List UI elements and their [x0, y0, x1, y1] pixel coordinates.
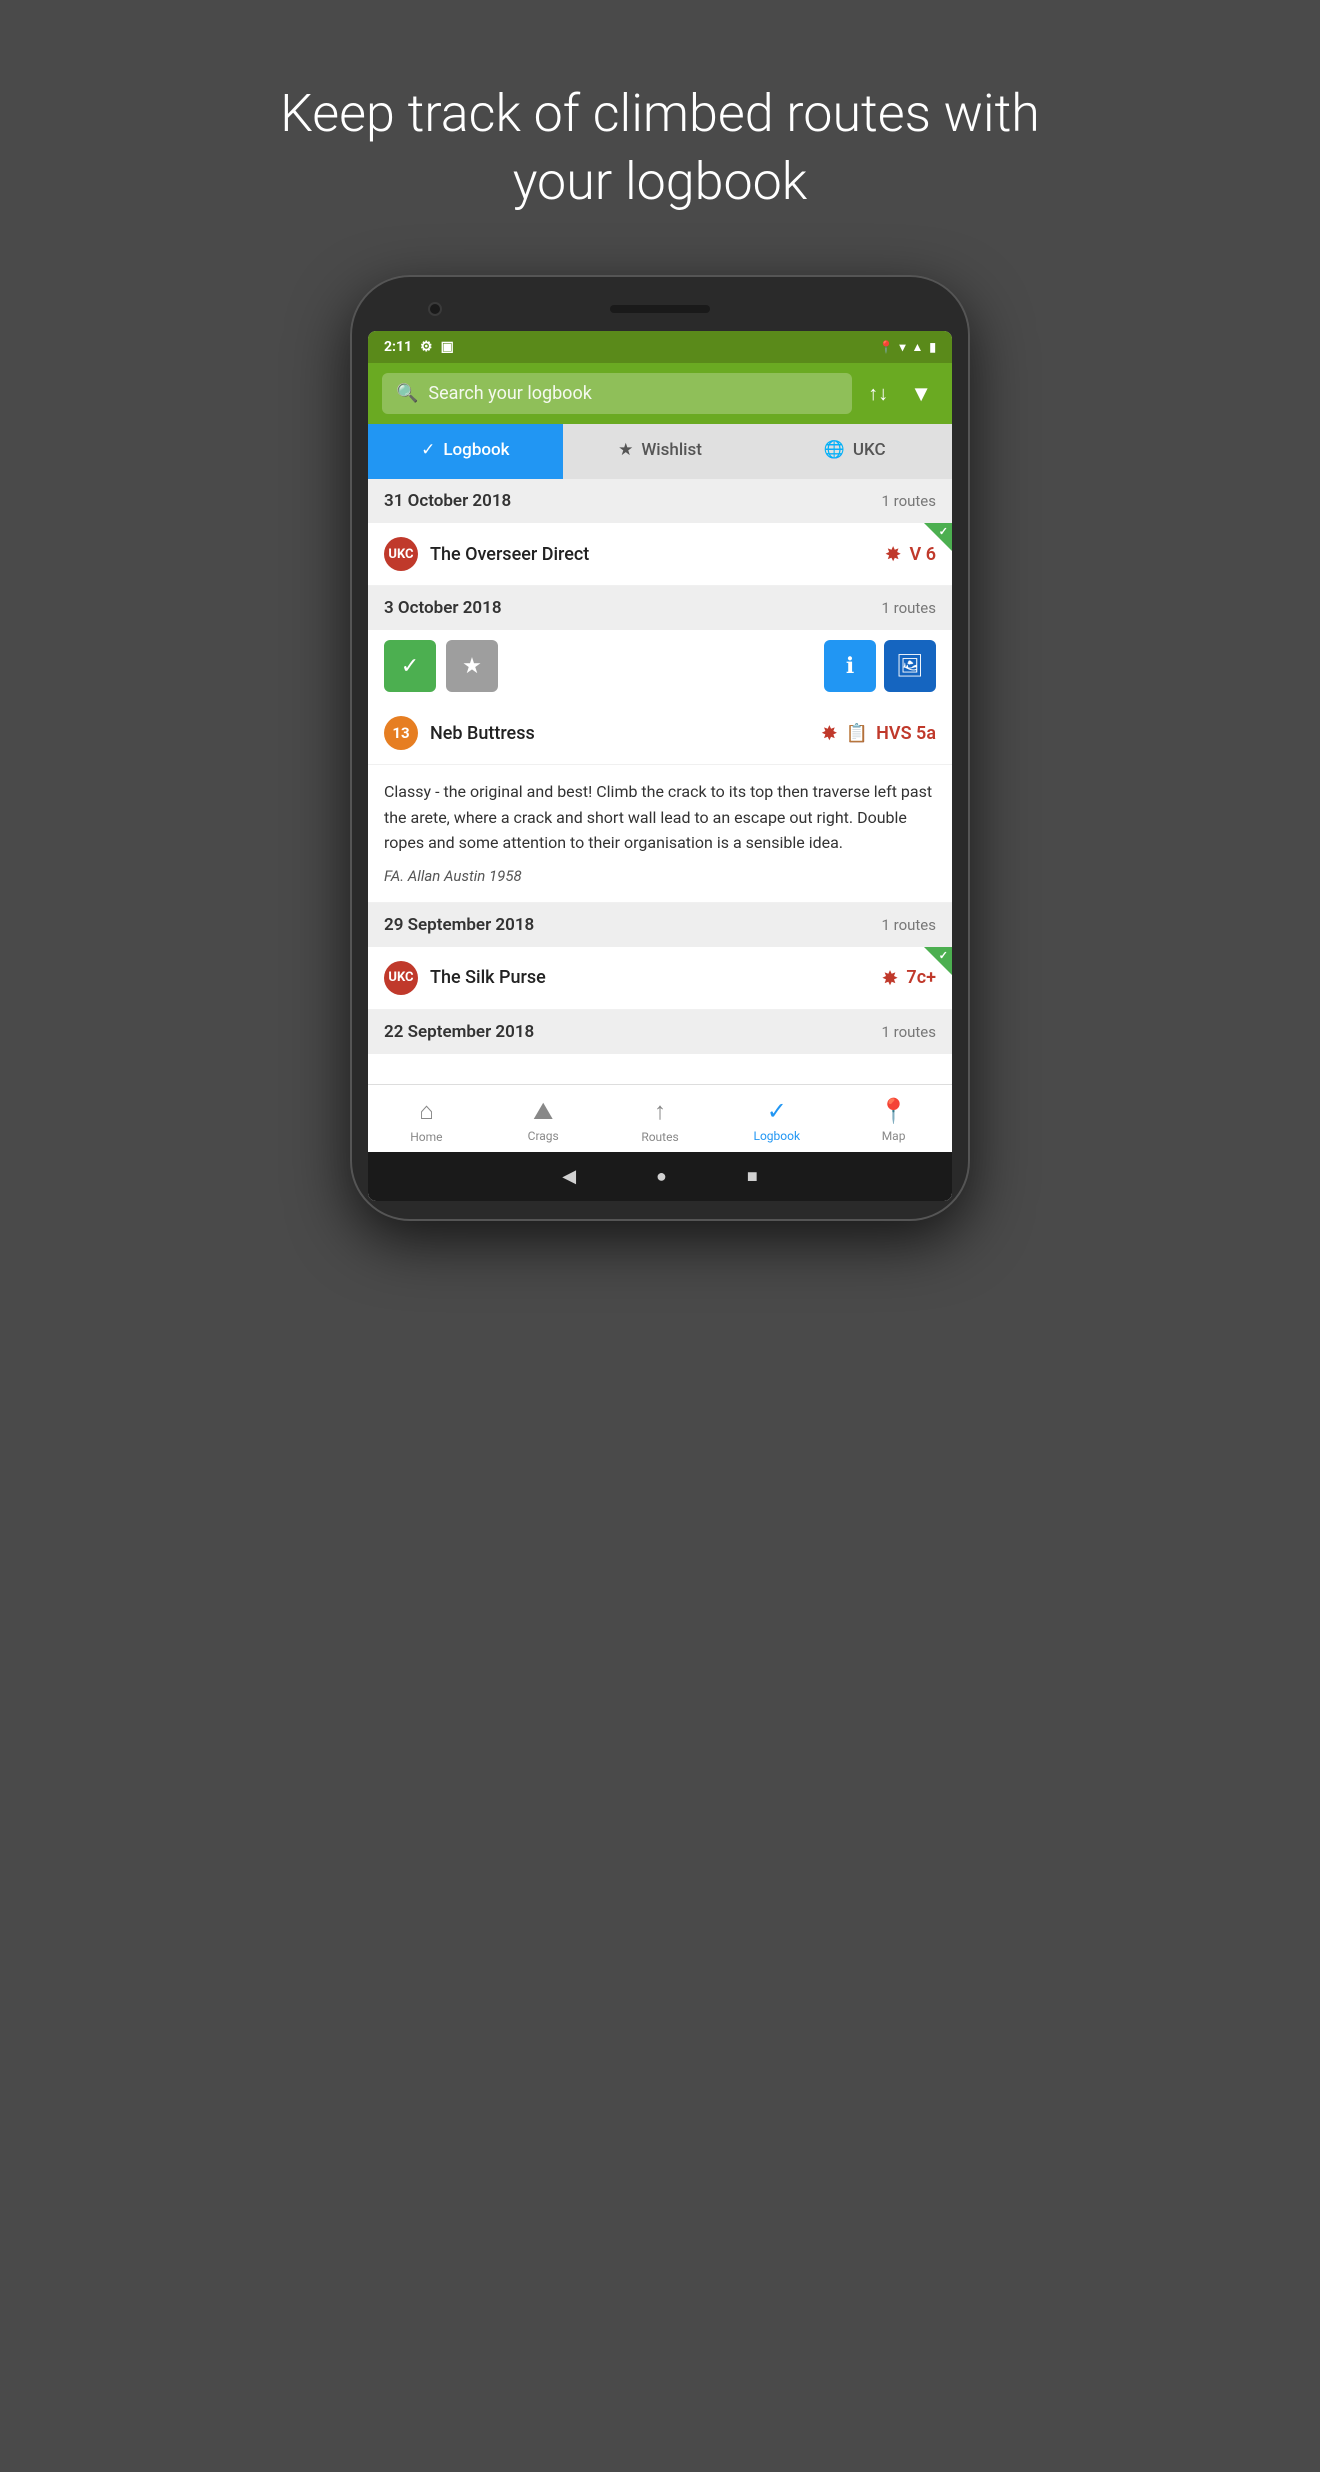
date-header-2: 3 October 2018 1 routes	[368, 586, 952, 630]
recents-button[interactable]: ■	[747, 1166, 758, 1187]
nav-crags[interactable]: ⛰ Crags	[485, 1085, 602, 1152]
battery-icon: ▮	[929, 340, 936, 354]
logbook-tab-icon: ✓	[421, 440, 435, 460]
speaker	[610, 305, 710, 313]
star-grade-icon-2: ✸	[821, 721, 838, 745]
clock: 2:11	[384, 339, 412, 355]
route-left-2: 13 Neb Buttress	[384, 716, 535, 750]
spacer	[368, 1054, 952, 1084]
tabs-bar: ✓ Logbook ★ Wishlist 🌐 UKC	[368, 424, 952, 479]
logbook-nav-label: Logbook	[754, 1129, 801, 1143]
green-corner-1	[924, 523, 952, 551]
tab-logbook[interactable]: ✓ Logbook	[368, 424, 563, 479]
date-header-3: 29 September 2018 1 routes	[368, 903, 952, 947]
left-actions: ✓ ★	[384, 640, 498, 692]
sort-button[interactable]: ↑↓	[862, 375, 894, 412]
map-icon: 📍	[879, 1097, 909, 1125]
content-area: 31 October 2018 1 routes UKC The Oversee…	[368, 479, 952, 1084]
location-icon: 📍	[879, 340, 894, 354]
routes-count-3: 1 routes	[881, 916, 936, 934]
tab-ukc[interactable]: 🌐 UKC	[757, 424, 952, 479]
logbook-tab-label: Logbook	[443, 440, 509, 460]
route-name-1: The Overseer Direct	[430, 544, 589, 565]
route-badge-3: UKC	[384, 961, 418, 995]
grade-2: HVS 5a	[876, 723, 936, 744]
route-description-neb: Classy - the original and best! Climb th…	[368, 765, 952, 903]
date-label-1: 31 October 2018	[384, 491, 511, 511]
nav-map[interactable]: 📍 Map	[835, 1085, 952, 1152]
date-header-1: 31 October 2018 1 routes	[368, 479, 952, 523]
date-header-4: 22 September 2018 1 routes	[368, 1010, 952, 1054]
route-name-3: The Silk Purse	[430, 967, 546, 988]
info-button[interactable]: ℹ	[824, 640, 876, 692]
signal-icon: ▲	[912, 340, 924, 354]
ukc-tab-icon: 🌐	[824, 440, 845, 460]
routes-count-4: 1 routes	[881, 1023, 936, 1041]
topo-icon: 📋	[846, 723, 868, 744]
route-left-3: UKC The Silk Purse	[384, 961, 546, 995]
camera	[428, 302, 442, 316]
date-label-2: 3 October 2018	[384, 598, 502, 618]
map-label: Map	[882, 1129, 906, 1143]
route-desc-text: Classy - the original and best! Climb th…	[384, 779, 936, 856]
crags-label: Crags	[528, 1129, 559, 1143]
route-row-overseer[interactable]: UKC The Overseer Direct ✸ V 6	[368, 523, 952, 586]
route-left-1: UKC The Overseer Direct	[384, 537, 589, 571]
phone-top-bar	[368, 305, 952, 331]
search-icon: 🔍	[396, 383, 418, 404]
nav-logbook[interactable]: ✓ Logbook	[718, 1085, 835, 1152]
hero-title: Keep track of climbed routes with your l…	[260, 80, 1060, 215]
home-icon: ⌂	[419, 1097, 434, 1126]
sim-icon: ▣	[441, 339, 454, 355]
routes-label: Routes	[641, 1130, 678, 1144]
route-badge-1: UKC	[384, 537, 418, 571]
tick-button[interactable]: ✓	[384, 640, 436, 692]
star-button[interactable]: ★	[446, 640, 498, 692]
route-row-silk[interactable]: UKC The Silk Purse ✸ 7c+	[368, 947, 952, 1010]
wishlist-tab-icon: ★	[618, 440, 633, 460]
home-label: Home	[410, 1130, 442, 1144]
status-right: 📍 ▾ ▲ ▮	[879, 340, 936, 354]
wifi-icon: ▾	[899, 340, 905, 354]
ukc-tab-label: UKC	[853, 440, 886, 460]
search-placeholder: Search your logbook	[428, 383, 591, 404]
routes-count-1: 1 routes	[881, 492, 936, 510]
logbook-nav-icon: ✓	[767, 1097, 787, 1125]
wishlist-tab-label: Wishlist	[641, 440, 702, 460]
right-actions: ℹ 🖼	[824, 640, 936, 692]
nav-home[interactable]: ⌂ Home	[368, 1085, 485, 1152]
route-fa: FA. Allan Austin 1958	[384, 864, 936, 888]
route-right-2: ✸ 📋 HVS 5a	[821, 721, 936, 745]
green-corner-3	[924, 947, 952, 975]
search-input[interactable]: 🔍 Search your logbook	[382, 373, 852, 414]
crags-icon: ⛰	[533, 1097, 553, 1125]
routes-icon: ↑	[654, 1097, 666, 1126]
routes-count-2: 1 routes	[881, 599, 936, 617]
search-bar: 🔍 Search your logbook ↑↓ ▼	[368, 363, 952, 424]
tab-wishlist[interactable]: ★ Wishlist	[563, 424, 758, 479]
nav-routes[interactable]: ↑ Routes	[602, 1085, 719, 1152]
star-grade-icon-3: ✸	[882, 966, 899, 990]
status-bar: 2:11 ⚙ ▣ 📍 ▾ ▲ ▮	[368, 331, 952, 363]
status-left: 2:11 ⚙ ▣	[384, 339, 454, 355]
bottom-nav: ⌂ Home ⛰ Crags ↑ Routes ✓ Logbook 📍 Map	[368, 1084, 952, 1152]
action-row-neb: ✓ ★ ℹ 🖼	[368, 630, 952, 702]
route-row-neb[interactable]: 13 Neb Buttress ✸ 📋 HVS 5a	[368, 702, 952, 765]
filter-button[interactable]: ▼	[904, 375, 938, 413]
route-badge-2: 13	[384, 716, 418, 750]
home-button[interactable]: ●	[656, 1166, 667, 1187]
date-label-3: 29 September 2018	[384, 915, 534, 935]
image-button[interactable]: 🖼	[884, 640, 936, 692]
star-grade-icon-1: ✸	[885, 542, 902, 566]
gear-icon: ⚙	[420, 339, 433, 355]
phone-screen: 2:11 ⚙ ▣ 📍 ▾ ▲ ▮ 🔍 Search your logbook ↑…	[368, 331, 952, 1201]
phone-device: 2:11 ⚙ ▣ 📍 ▾ ▲ ▮ 🔍 Search your logbook ↑…	[350, 275, 970, 1221]
route-name-2: Neb Buttress	[430, 723, 535, 744]
date-label-4: 22 September 2018	[384, 1022, 534, 1042]
android-nav: ◀ ● ■	[368, 1152, 952, 1201]
back-button[interactable]: ◀	[562, 1166, 576, 1187]
